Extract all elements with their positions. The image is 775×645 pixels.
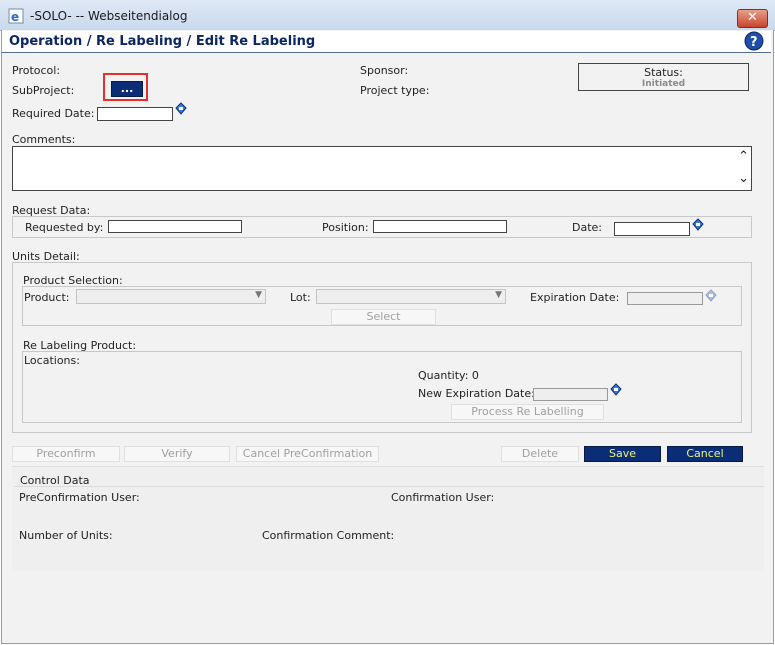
- calendar-icon[interactable]: [610, 383, 622, 396]
- number-of-units-label: Number of Units:: [19, 529, 113, 542]
- confirmation-comment-label: Confirmation Comment:: [262, 529, 395, 542]
- preconfirm-button[interactable]: Preconfirm: [12, 446, 120, 462]
- svg-text:e: e: [11, 10, 19, 24]
- requested-by-label: Requested by:: [25, 221, 104, 234]
- cancel-button[interactable]: Cancel: [667, 446, 743, 462]
- save-button[interactable]: Save: [584, 446, 661, 462]
- required-date-label: Required Date:: [12, 107, 95, 120]
- preconfirmation-user-label: PreConfirmation User:: [19, 491, 140, 504]
- control-data-panel: [12, 466, 764, 571]
- close-button[interactable]: ✕: [737, 9, 768, 28]
- quantity-label: Quantity: 0: [418, 369, 479, 382]
- window-title: -SOLO- -- Webseitendialog: [30, 9, 188, 23]
- process-relabelling-button[interactable]: Process Re Labelling: [451, 404, 604, 420]
- control-divider: [14, 486, 764, 487]
- expiration-date-label: Expiration Date:: [530, 291, 620, 304]
- confirmation-user-label: Confirmation User:: [391, 491, 495, 504]
- calendar-icon[interactable]: [705, 289, 717, 302]
- expiration-date-input[interactable]: [627, 292, 703, 305]
- sponsor-label: Sponsor:: [360, 64, 409, 77]
- chevron-down-icon: ▼: [255, 290, 262, 300]
- scroll-up-icon[interactable]: ⌃: [738, 149, 749, 164]
- delete-button[interactable]: Delete: [501, 446, 579, 462]
- request-date-input[interactable]: [614, 222, 690, 236]
- status-value: Initiated: [641, 79, 686, 89]
- help-icon[interactable]: ?: [744, 31, 764, 51]
- locations-label: Locations:: [24, 354, 80, 367]
- lot-label: Lot:: [290, 291, 311, 304]
- position-label: Position:: [322, 221, 369, 234]
- relabeling-product-box: [22, 351, 742, 423]
- svg-text:?: ?: [750, 35, 758, 50]
- ie-icon: e: [8, 8, 24, 24]
- subproject-picker-button[interactable]: ...: [111, 81, 143, 97]
- subproject-label: SubProject:: [12, 84, 75, 97]
- calendar-icon[interactable]: [692, 218, 704, 231]
- select-button[interactable]: Select: [331, 309, 436, 325]
- request-date-label: Date:: [572, 221, 602, 234]
- requested-by-input[interactable]: [108, 220, 242, 233]
- project-type-label: Project type:: [360, 84, 430, 97]
- scroll-down-icon[interactable]: ⌄: [738, 171, 749, 186]
- status-label: Status:: [644, 66, 683, 79]
- new-expiration-input[interactable]: [533, 388, 608, 401]
- status-box: Status: Initiated: [578, 63, 749, 91]
- chevron-down-icon: ▼: [495, 290, 502, 300]
- protocol-label: Protocol:: [12, 64, 61, 77]
- cancel-preconfirmation-button[interactable]: Cancel PreConfirmation: [236, 446, 379, 462]
- product-label: Product:: [24, 291, 70, 304]
- verify-button[interactable]: Verify: [124, 446, 230, 462]
- lot-select[interactable]: ▼: [316, 289, 506, 304]
- new-expiration-label: New Expiration Date:: [418, 387, 535, 400]
- product-select[interactable]: ▼: [76, 289, 266, 304]
- position-input[interactable]: [373, 220, 507, 233]
- comments-label: Comments:: [12, 133, 76, 146]
- required-date-input[interactable]: [97, 107, 173, 121]
- comments-textarea[interactable]: ⌃ ⌄: [12, 146, 752, 191]
- calendar-icon[interactable]: [175, 102, 187, 115]
- page-title: Operation / Re Labeling / Edit Re Labeli…: [9, 34, 316, 49]
